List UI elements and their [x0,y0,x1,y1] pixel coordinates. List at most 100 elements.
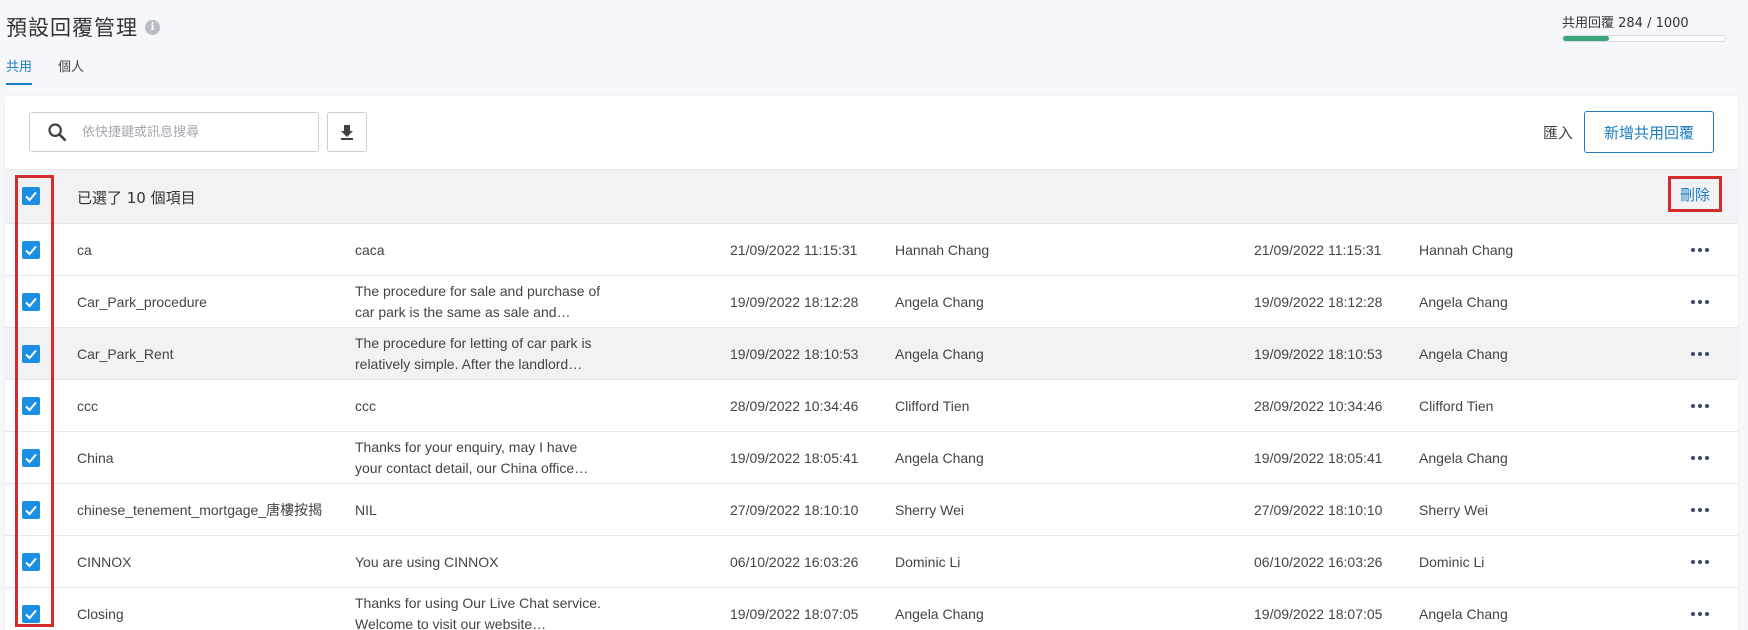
row-checkbox[interactable] [22,345,40,363]
message-cell: NIL [355,484,605,536]
delete-button[interactable]: 刪除 [1680,184,1710,205]
table-row[interactable]: CINNOX You are using CINNOX 06/10/2022 1… [5,536,1738,588]
shortcut-key: chinese_tenement_mortgage_唐樓按揭 [77,501,323,518]
title-row: 預設回覆管理 i [6,12,160,42]
selected-count: 已選了 10 個項目 [77,189,196,207]
message-cell: You are using CINNOX [355,536,605,588]
more-actions-icon[interactable] [1688,448,1712,468]
modified-at: 21/09/2022 11:15:31 [1254,241,1382,258]
shortcut-key: ca [77,241,92,258]
search-box[interactable] [29,112,319,152]
table-row[interactable]: Closing Thanks for using Our Live Chat s… [5,588,1738,630]
created-by: Dominic Li [895,553,961,570]
more-actions-icon[interactable] [1688,292,1712,312]
shortcut-key-cell: chinese_tenement_mortgage_唐樓按揭 [77,484,327,536]
modified-at: 19/09/2022 18:12:28 [1254,293,1383,310]
modified-by: Clifford Tien [1419,397,1494,414]
checkmark-icon [25,557,37,568]
search-input[interactable] [82,124,292,140]
checkmark-icon [25,191,37,202]
message-text: ccc [355,397,376,414]
add-shared-reply-button[interactable]: 新增共用回覆 [1584,111,1714,153]
shortcut-key: CINNOX [77,553,132,570]
message-cell: ccc [355,380,605,432]
message-cell: The procedure for sale and purchase of c… [355,276,605,328]
modified-at: 19/09/2022 18:10:53 [1254,345,1383,362]
message-cell: Thanks for using Our Live Chat service. … [355,588,605,630]
delete-highlight: 刪除 [1668,176,1722,212]
tab-shared[interactable]: 共用 [6,56,33,85]
shortcut-key-cell: ca [77,224,327,276]
download-icon [341,125,353,140]
bulk-action-bar: 已選了 10 個項目 刪除 [5,169,1738,224]
modified-by: Angela Chang [1419,293,1508,310]
message-text: Thanks for using Our Live Chat service. … [355,595,601,630]
shortcut-key-cell: Car_Park_procedure [77,276,327,328]
checkmark-icon [25,297,37,308]
shortcut-key-cell: Car_Park_Rent [77,328,327,380]
modified-by: Angela Chang [1419,449,1508,466]
more-actions-icon[interactable] [1688,552,1712,572]
more-actions-icon[interactable] [1688,344,1712,364]
row-checkbox[interactable] [22,241,40,259]
created-by: Angela Chang [895,345,984,362]
checkmark-icon [25,609,37,620]
message-text: The procedure for sale and purchase of c… [355,283,601,320]
more-actions-icon[interactable] [1688,500,1712,520]
checkmark-icon [25,453,37,464]
shortcut-key: Car_Park_procedure [77,293,207,310]
created-at: 19/09/2022 18:07:05 [730,605,859,622]
created-at: 21/09/2022 11:15:31 [730,241,858,258]
created-by: Angela Chang [895,449,984,466]
quota-label: 共用回覆 284 / 1000 [1562,16,1689,31]
row-checkbox[interactable] [22,449,40,467]
created-at: 19/09/2022 18:10:53 [730,345,859,362]
row-checkbox[interactable] [22,397,40,415]
shortcut-key: Closing [77,605,124,622]
created-at: 27/09/2022 18:10:10 [730,501,859,518]
download-button[interactable] [327,112,367,152]
info-icon[interactable]: i [145,19,160,35]
row-checkbox[interactable] [22,605,40,623]
shortcut-key: Car_Park_Rent [77,345,174,362]
table-row[interactable]: China Thanks for your enquiry, may I hav… [5,432,1738,484]
select-all-checkbox[interactable] [22,187,40,205]
created-at: 06/10/2022 16:03:26 [730,553,859,570]
more-actions-icon[interactable] [1688,240,1712,260]
table-row[interactable]: Car_Park_procedure The procedure for sal… [5,276,1738,328]
more-actions-icon[interactable] [1688,396,1712,416]
table-row[interactable]: ccc ccc 28/09/2022 10:34:46 Clifford Tie… [5,380,1738,432]
message-text: caca [355,241,385,258]
message-text: Thanks for your enquiry, may I have your… [355,439,589,476]
row-checkbox[interactable] [22,501,40,519]
message-text: NIL [355,501,377,518]
created-at: 19/09/2022 18:12:28 [730,293,859,310]
row-checkbox[interactable] [22,293,40,311]
import-link[interactable]: 匯入 [1543,122,1573,143]
message-cell: caca [355,224,605,276]
shortcut-key-cell: China [77,432,327,484]
shortcut-key-cell: CINNOX [77,536,327,588]
table-row[interactable]: ca caca 21/09/2022 11:15:31 Hannah Chang… [5,224,1738,276]
page-title: 預設回覆管理 [6,16,138,40]
created-by: Clifford Tien [895,397,970,414]
table-row[interactable]: Car_Park_Rent The procedure for letting … [5,328,1738,380]
toolbar: 匯入 新增共用回覆 [5,96,1738,169]
modified-by: Sherry Wei [1419,501,1488,518]
shortcut-key-cell: ccc [77,380,327,432]
table-row[interactable]: chinese_tenement_mortgage_唐樓按揭 NIL 27/09… [5,484,1738,536]
more-actions-icon[interactable] [1688,604,1712,624]
tab-personal[interactable]: 個人 [58,56,84,85]
modified-at: 06/10/2022 16:03:26 [1254,553,1383,570]
created-at: 19/09/2022 18:05:41 [730,449,859,466]
checkmark-icon [25,401,37,412]
shortcut-key: China [77,449,114,466]
checkmark-icon [25,349,37,360]
checkmark-icon [25,245,37,256]
row-checkbox[interactable] [22,553,40,571]
created-by: Angela Chang [895,605,984,622]
quota-progress-bar [1562,35,1726,42]
quota-indicator: 共用回覆 284 / 1000 [1562,12,1736,42]
message-text: You are using CINNOX [355,553,499,570]
modified-at: 19/09/2022 18:05:41 [1254,449,1383,466]
